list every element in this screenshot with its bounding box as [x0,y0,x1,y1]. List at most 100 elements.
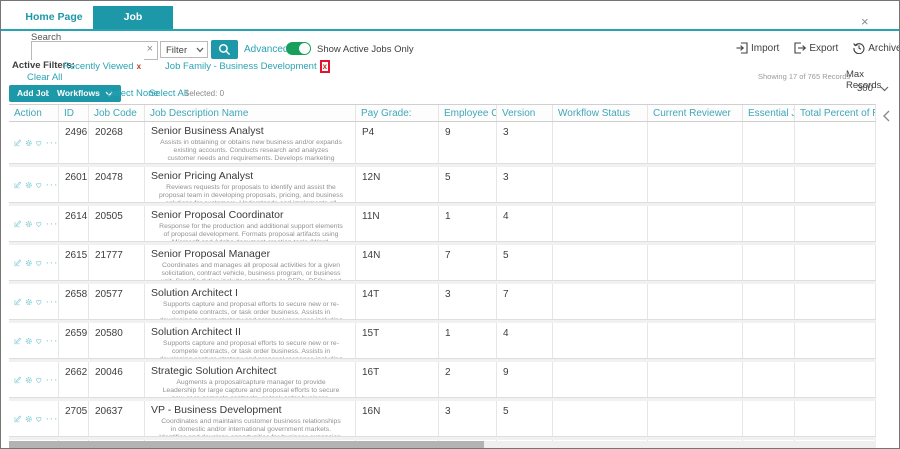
close-icon[interactable]: × [861,15,869,28]
gear-icon[interactable] [25,413,33,425]
row-current-reviewer-cell [648,206,743,241]
gear-icon[interactable] [25,374,33,386]
gear-icon[interactable] [25,179,33,191]
collapse-panel-chevron-left-icon[interactable] [882,109,891,127]
max-records-dropdown[interactable]: 300 [857,83,889,94]
active-filter-chip[interactable]: Recently Viewed x [63,61,141,72]
row-more-icon[interactable]: ··· [46,413,59,424]
edit-icon[interactable] [14,257,22,269]
row-description-cell: Solution Architect II Supports capture a… [145,323,356,358]
horizontal-scrollbar-thumb[interactable] [9,441,484,448]
row-more-icon[interactable]: ··· [46,335,59,346]
clear-search-icon[interactable]: × [147,43,153,55]
gear-icon[interactable] [25,218,33,230]
search-icon [218,43,231,56]
table-row[interactable]: ··· 2615 21777 Senior Proposal Manager C… [9,245,876,281]
job-name[interactable]: Senior Proposal Coordinator [151,209,353,221]
column-header-employee-count[interactable]: Employee Count [439,105,497,121]
clear-all-link[interactable]: Clear All [27,72,62,83]
table-row[interactable]: ··· 2601 20478 Senior Pricing Analyst Re… [9,167,876,203]
edit-icon[interactable] [14,335,22,347]
job-name[interactable]: VP - Business Development [151,404,353,416]
row-more-icon[interactable]: ··· [46,296,59,307]
row-version-cell: 4 [497,323,553,358]
heart-icon[interactable] [35,179,43,191]
search-button[interactable] [211,40,238,59]
gear-icon[interactable] [25,137,33,149]
archives-button[interactable]: Archives [853,42,899,54]
column-header-version[interactable]: Version [497,105,553,121]
job-description: Supports capture and proposal efforts to… [159,340,342,358]
row-description-cell: Strategic Solution Architect Augments a … [145,362,356,397]
remove-filter-icon[interactable]: x [137,62,141,71]
edit-icon[interactable] [14,413,22,425]
horizontal-scrollbar[interactable] [9,441,876,448]
heart-icon[interactable] [35,413,43,425]
row-total-percent-remote-cell [795,167,876,202]
heart-icon[interactable] [35,257,43,269]
job-name[interactable]: Senior Proposal Manager [151,248,353,260]
row-essential-job-cell [743,362,795,397]
search-input[interactable] [32,45,144,60]
row-version-cell: 9 [497,362,553,397]
heart-icon[interactable] [35,296,43,308]
table-row[interactable]: ··· 2705 20637 VP - Business Development… [9,401,876,437]
advanced-link[interactable]: Advanced [244,44,288,55]
job-name[interactable]: Senior Pricing Analyst [151,170,353,182]
column-header-essential-job[interactable]: Essential Job [743,105,795,121]
row-more-icon[interactable]: ··· [46,257,59,268]
edit-icon[interactable] [14,296,22,308]
row-more-icon[interactable]: ··· [46,374,59,385]
gear-icon[interactable] [25,296,33,308]
row-id-cell: 2601 [59,167,89,202]
show-active-jobs-toggle[interactable] [286,42,311,55]
max-records-value: 300 [857,83,873,94]
table-row[interactable]: ··· 2659 20580 Solution Architect II Sup… [9,323,876,359]
edit-icon[interactable] [14,218,22,230]
remove-filter-icon[interactable]: x [319,60,331,73]
row-current-reviewer-cell [648,401,743,436]
row-essential-job-cell [743,401,795,436]
column-header-total-percent-of-remote[interactable]: Total Percent of Remote [795,105,876,121]
heart-icon[interactable] [35,335,43,347]
tab-home-page[interactable]: Home Page [19,6,89,29]
job-name[interactable]: Solution Architect II [151,326,353,338]
column-header-pay-grade[interactable]: Pay Grade: [356,105,439,121]
export-button[interactable]: Export [794,42,838,54]
column-header-action[interactable]: Action [9,105,59,121]
row-total-percent-remote-cell [795,245,876,280]
active-filter-chip[interactable]: Job Family - Business Development x [165,60,331,73]
gear-icon[interactable] [25,257,33,269]
heart-icon[interactable] [35,137,43,149]
tab-job-management[interactable]: Job Management [93,6,173,46]
import-button[interactable]: Import [736,42,779,54]
table-row[interactable]: ··· 2658 20577 Solution Architect I Supp… [9,284,876,320]
column-header-current-reviewer[interactable]: Current Reviewer [648,105,743,121]
table-row[interactable]: ··· 2662 20046 Strategic Solution Archit… [9,362,876,398]
column-header-job-code[interactable]: Job Code [89,105,145,121]
job-name[interactable]: Strategic Solution Architect [151,365,353,377]
table-row[interactable]: ··· 2496 20268 Senior Business Analyst A… [9,122,876,164]
select-all-link[interactable]: Select All [149,88,188,99]
column-header-id[interactable]: ID [59,105,89,121]
table-row[interactable]: ··· 2614 20505 Senior Proposal Coordinat… [9,206,876,242]
job-name[interactable]: Solution Architect I [151,287,353,299]
workflows-label: Workflows [57,88,100,98]
column-header-workflow-status[interactable]: Workflow Status [553,105,648,121]
edit-icon[interactable] [14,179,22,191]
gear-icon[interactable] [25,335,33,347]
row-more-icon[interactable]: ··· [46,179,59,190]
column-header-job-description-name[interactable]: Job Description Name [145,105,356,121]
filter-dropdown[interactable]: Filter [160,41,208,58]
row-more-icon[interactable]: ··· [46,218,59,229]
heart-icon[interactable] [35,218,43,230]
edit-icon[interactable] [14,374,22,386]
row-current-reviewer-cell [648,122,743,163]
row-id-cell: 2614 [59,206,89,241]
row-more-icon[interactable]: ··· [46,137,59,148]
row-id-cell: 2659 [59,323,89,358]
row-essential-job-cell [743,284,795,319]
job-name[interactable]: Senior Business Analyst [151,125,353,137]
edit-icon[interactable] [14,137,22,149]
heart-icon[interactable] [35,374,43,386]
